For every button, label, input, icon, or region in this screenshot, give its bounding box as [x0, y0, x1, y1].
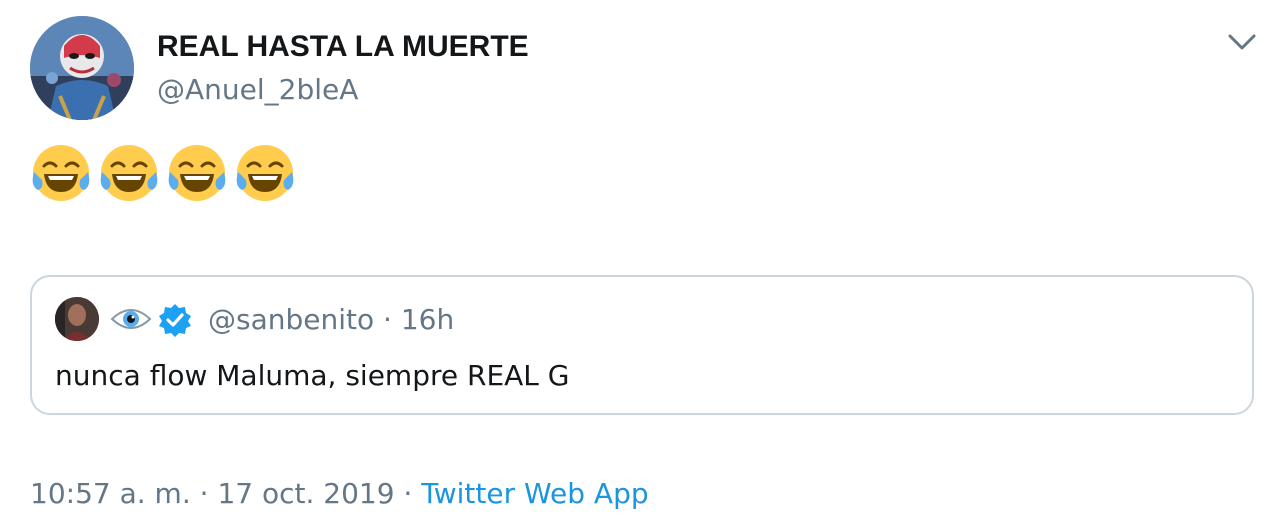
tweet-time[interactable]: 10:57 a. m.	[30, 477, 191, 510]
meta-separator: ·	[394, 477, 422, 510]
tweet: REAL HASTA LA MUERTE @Anuel_2bleA @sanbe…	[0, 0, 1280, 523]
avatar-image	[30, 16, 134, 120]
profile-avatar[interactable]	[30, 16, 134, 120]
display-name[interactable]: REAL HASTA LA MUERTE	[157, 28, 529, 66]
verified-badge-icon	[159, 304, 191, 337]
face-with-tears-of-joy-icon	[168, 145, 226, 201]
face-with-tears-of-joy-icon	[236, 145, 294, 201]
eye-icon	[110, 309, 152, 329]
quoted-tweet-card[interactable]: @sanbenito · 16h nunca flow Maluma, siem…	[30, 275, 1254, 415]
quoted-tweet-text: nunca flow Maluma, siempre REAL G	[55, 359, 570, 392]
face-with-tears-of-joy-icon	[100, 145, 158, 201]
quoted-handle-line: @sanbenito · 16h	[208, 301, 454, 339]
quoted-avatar-image	[55, 297, 99, 341]
quoted-handle: @sanbenito	[208, 303, 375, 336]
face-with-tears-of-joy-icon	[32, 145, 90, 201]
tweet-text	[30, 142, 296, 212]
tweet-source-link[interactable]: Twitter Web App	[421, 477, 648, 510]
quoted-separator: ·	[374, 303, 401, 336]
quoted-age: 16h	[400, 303, 455, 336]
meta-separator: ·	[190, 477, 218, 510]
author-handle[interactable]: @Anuel_2bleA	[157, 72, 358, 108]
tweet-metadata: 10:57 a. m. · 17 oct. 2019 · Twitter Web…	[30, 474, 649, 514]
chevron-down-icon[interactable]	[1224, 28, 1260, 56]
tweet-date[interactable]: 17 oct. 2019	[217, 477, 394, 510]
quoted-profile-avatar	[55, 297, 99, 341]
